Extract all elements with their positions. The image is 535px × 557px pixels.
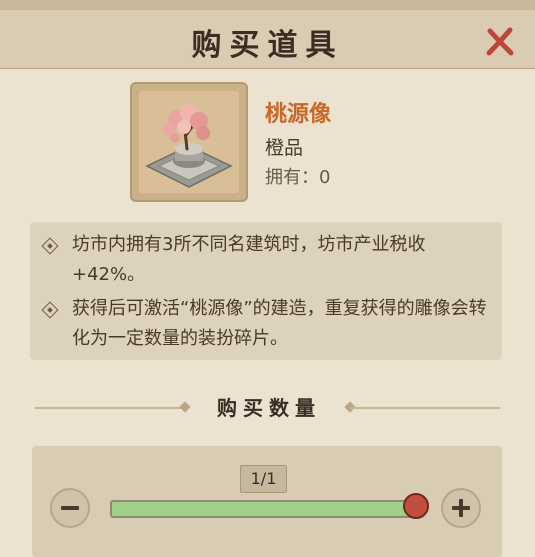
plus-icon — [452, 499, 470, 517]
item-icon-frame — [130, 82, 248, 202]
section-divider-right — [350, 407, 500, 409]
close-button[interactable] — [480, 22, 520, 62]
minus-icon — [61, 506, 79, 510]
description-box: 坊市内拥有3所不同名建筑时，坊市产业税收+42%。 获得后可激活“桃源像”的建造… — [30, 222, 502, 360]
description-line: 获得后可激活“桃源像”的建造，重复获得的雕像会转化为一定数量的装扮碎片。 — [72, 298, 487, 349]
description-line: 坊市内拥有3所不同名建筑时，坊市产业税收+42%。 — [72, 234, 426, 285]
quantity-slider-thumb[interactable] — [403, 493, 429, 519]
item-quality: 橙品 — [265, 137, 304, 159]
section-divider-left — [35, 407, 185, 409]
decrease-quantity-button[interactable] — [50, 488, 90, 528]
item-name: 桃源像 — [265, 102, 332, 127]
dialog-titlebar: 购买道具 — [0, 10, 535, 69]
quantity-display: 1/1 — [240, 465, 287, 493]
quantity-section-title: 购买数量 — [217, 396, 321, 420]
peach-blossom-statue-icon — [145, 104, 233, 188]
increase-quantity-button[interactable] — [441, 488, 481, 528]
item-owned-count: 拥有：0 — [265, 167, 331, 188]
quantity-slider[interactable] — [110, 500, 424, 518]
divider-diamond-icon — [179, 401, 191, 413]
close-x-icon — [486, 27, 514, 56]
dialog-title: 购买道具 — [191, 28, 344, 63]
item-icon-background — [139, 91, 239, 193]
diamond-bullet-icon — [41, 301, 59, 319]
top-strip — [0, 0, 535, 10]
quantity-slider-fill — [112, 502, 422, 516]
diamond-bullet-icon — [41, 237, 59, 255]
